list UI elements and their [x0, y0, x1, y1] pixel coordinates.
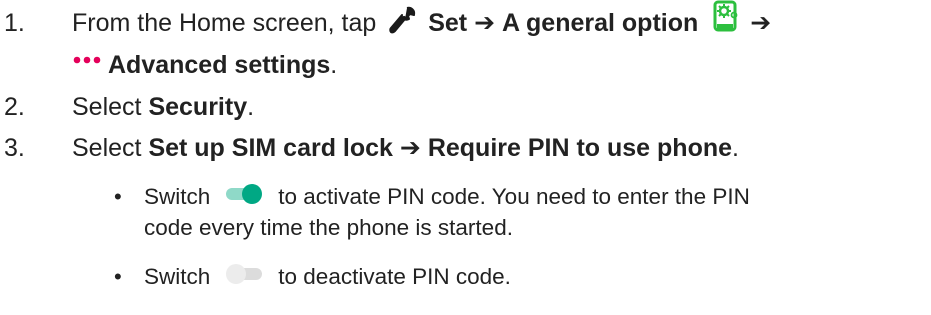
bullet-line-1: to deactivate PIN code.: [278, 264, 511, 289]
sim-lock-label: Set up SIM card lock: [148, 134, 393, 162]
step-text: Select: [72, 93, 142, 121]
instruction-document: 1. From the Home screen, tap Set ➔ A gen…: [0, 0, 931, 315]
toggle-off-icon: [226, 264, 263, 285]
step-text: From the Home screen, tap: [72, 9, 377, 37]
step-text: .: [330, 51, 338, 79]
arrow-icon: ➔: [474, 9, 496, 37]
step-3-text: Select Set up SIM card lock ➔ Require PI…: [72, 131, 739, 165]
bullet-text: Switch to deactivate PIN code.: [144, 262, 511, 292]
bullet-marker: •: [114, 264, 122, 289]
step-1-line-2: Advanced settings.: [72, 48, 337, 82]
general-option-label: A general option: [501, 9, 699, 37]
require-pin-label: Require PIN to use phone: [427, 134, 733, 162]
bullet-line-1: to activate PIN code. You need to enter …: [278, 184, 750, 209]
bullet-text: Switch to activate PIN code. You need to…: [144, 182, 750, 212]
bullet-prefix: Switch: [144, 184, 211, 209]
phone-gear-icon: [713, 0, 738, 32]
step-number: 1.: [4, 9, 25, 37]
arrow-icon: ➔: [399, 134, 421, 162]
bullet-marker: •: [114, 184, 122, 209]
arrow-icon: ➔: [750, 9, 772, 37]
step-2-text: Select Security.: [72, 90, 254, 124]
advanced-settings-label: Advanced settings: [108, 51, 331, 79]
set-label: Set: [428, 9, 468, 37]
toggle-on-icon: [226, 184, 263, 205]
wrench-icon: [389, 7, 416, 34]
step-text: .: [247, 93, 255, 121]
step-text: .: [732, 134, 739, 162]
step-number: 2.: [4, 93, 25, 121]
step-number: 3.: [4, 134, 25, 162]
bullet-line-2: code every time the phone is started.: [144, 215, 513, 240]
more-dots-icon: [73, 57, 101, 64]
step-text: Select: [72, 134, 142, 162]
bullet-prefix: Switch: [144, 264, 211, 289]
security-label: Security: [148, 93, 248, 121]
step-1-line-1: From the Home screen, tap Set ➔ A genera…: [72, 0, 772, 40]
